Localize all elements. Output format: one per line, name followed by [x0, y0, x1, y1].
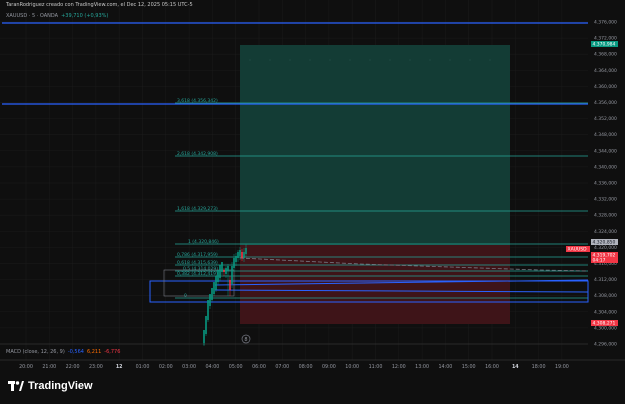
candle-body	[209, 294, 211, 306]
price-tick: 4.336,000	[594, 181, 617, 187]
candle-body	[233, 258, 235, 268]
time-tick: 10:00	[345, 364, 359, 370]
fib-label-0382: 0,382 (4.312,419)	[177, 271, 218, 277]
time-tick: 21:00	[42, 364, 56, 370]
price-tick: 4.364,000	[594, 68, 617, 74]
candle-body	[205, 316, 207, 334]
time-tick: 06:00	[252, 364, 266, 370]
candle-body	[235, 256, 237, 262]
time-tick: 07:00	[275, 364, 289, 370]
time-tick: 23:00	[89, 364, 103, 370]
chart-canvas[interactable]: 3,618 (4.356,342) 2,618 (4.342,908) 1,61…	[0, 0, 625, 400]
price-tick: 4.348,000	[594, 132, 617, 138]
fib-labels: 3,618 (4.356,342) 2,618 (4.342,908) 1,61…	[177, 98, 219, 299]
fib-label-1: 1 (4.320,846)	[188, 239, 219, 245]
macd-label: MACD (close, 12, 26, 9)	[6, 349, 65, 355]
time-tick: 13:00	[415, 364, 429, 370]
replay-marker-number: 8	[244, 337, 247, 343]
price-badge: XAUUSD	[568, 247, 588, 253]
time-tick: 22:00	[66, 364, 80, 370]
brand-name: TradingView	[28, 380, 93, 392]
time-tick: 11:00	[369, 364, 383, 370]
time-tick: 12:00	[392, 364, 406, 370]
time-tick: 09:00	[322, 364, 336, 370]
price-tick: 4.296,000	[594, 342, 617, 348]
fib-label-1618: 1,618 (4.329,273)	[177, 206, 218, 212]
candle-body	[215, 276, 217, 290]
time-tick: 02:00	[159, 364, 173, 370]
fib-label-3618: 3,618 (4.356,342)	[177, 98, 218, 104]
price-tick: 4.376,000	[594, 20, 617, 26]
symbol-legend[interactable]: XAUUSD · 5 · OANDA +39,710 (+0,93%)	[6, 13, 108, 19]
time-tick: 15:00	[462, 364, 476, 370]
fib-label-0618: 0,618 (4.315,639)	[177, 260, 218, 266]
time-tick: 03:00	[182, 364, 196, 370]
candle-body	[223, 270, 225, 272]
price-badge: 4.370,984	[593, 42, 616, 48]
price-tick: 4.304,000	[594, 309, 617, 315]
price-axis[interactable]: 4.376,000 4.372,000 4.368,000 4.364,000 4.36…	[594, 20, 617, 348]
candle-body	[241, 252, 243, 258]
macd-value: -0,564	[67, 349, 84, 355]
price-tick: 4.368,000	[594, 52, 617, 58]
candle-body	[207, 300, 209, 320]
price-badge: 4.320,850	[593, 240, 616, 246]
candle-body	[217, 270, 219, 282]
time-tick: 04:00	[205, 364, 219, 370]
time-tick: 14	[512, 364, 519, 370]
price-tick: 4.308,000	[594, 293, 617, 299]
time-tick: 19:00	[555, 364, 569, 370]
price-tick: 4.352,000	[594, 116, 617, 122]
price-tick: 4.328,000	[594, 213, 617, 219]
chart-area[interactable]: 3,618 (4.356,342) 2,618 (4.342,908) 1,61…	[0, 0, 625, 400]
price-tick: 4.312,000	[594, 277, 617, 283]
candle-body	[213, 282, 215, 294]
price-badge: 4.308,271	[593, 321, 616, 327]
candle-body	[219, 265, 221, 278]
candle-body	[243, 252, 245, 258]
candle-body	[231, 266, 233, 284]
candle-body	[237, 252, 239, 258]
circled-number-icon[interactable]: 8	[241, 334, 251, 344]
price-tick: 4.332,000	[594, 197, 617, 203]
price-tick: 4.356,000	[594, 100, 617, 106]
time-tick: 05:00	[229, 364, 243, 370]
symbol-change: +39,710 (+0,93%)	[61, 13, 109, 19]
time-tick: 12	[116, 364, 123, 370]
price-tick: 4.324,000	[594, 229, 617, 235]
candle-body	[227, 266, 229, 271]
candle-body	[225, 268, 227, 274]
target-zone[interactable]	[240, 45, 510, 245]
tradingview-brand[interactable]: TradingView	[8, 380, 93, 392]
fib-label-0786: 0,786 (4.317,959)	[177, 252, 218, 258]
price-tick: 4.372,000	[594, 36, 617, 42]
candle-body	[221, 262, 223, 272]
fib-label-2618: 2,618 (4.342,908)	[177, 151, 218, 157]
time-tick: 20:00	[19, 364, 33, 370]
candle-body	[239, 250, 241, 256]
macd-legend[interactable]: MACD (close, 12, 26, 9) -0,564 6,211 -6,776	[6, 349, 120, 355]
price-tick: 4.360,000	[594, 84, 617, 90]
time-tick: 08:00	[299, 364, 313, 370]
candle-body	[211, 288, 213, 300]
candle-body	[245, 248, 247, 254]
time-tick: 18:00	[532, 364, 546, 370]
price-tick: 4.340,000	[594, 164, 617, 170]
macd-signal: 6,211	[86, 349, 102, 355]
price-badge: 04:17	[593, 258, 606, 264]
price-tick: 4.320,000	[594, 245, 617, 251]
time-tick: 16:00	[485, 364, 499, 370]
symbol-name: XAUUSD · 5 · OANDA	[6, 13, 59, 19]
time-tick: 14:00	[438, 364, 452, 370]
candle-body	[229, 280, 231, 290]
chart-caption: TaranRodriguez creado con TradingView.co…	[6, 2, 193, 8]
price-tick: 4.344,000	[594, 148, 617, 154]
tradingview-logo-icon	[8, 381, 24, 391]
macd-histogram: -6,776	[104, 349, 121, 355]
candle-body	[203, 330, 205, 345]
time-tick: 01:00	[136, 364, 150, 370]
time-axis[interactable]: 20:00 21:00 22:00 23:00 12 01:00 02:00 03:00 04:…	[19, 364, 569, 370]
